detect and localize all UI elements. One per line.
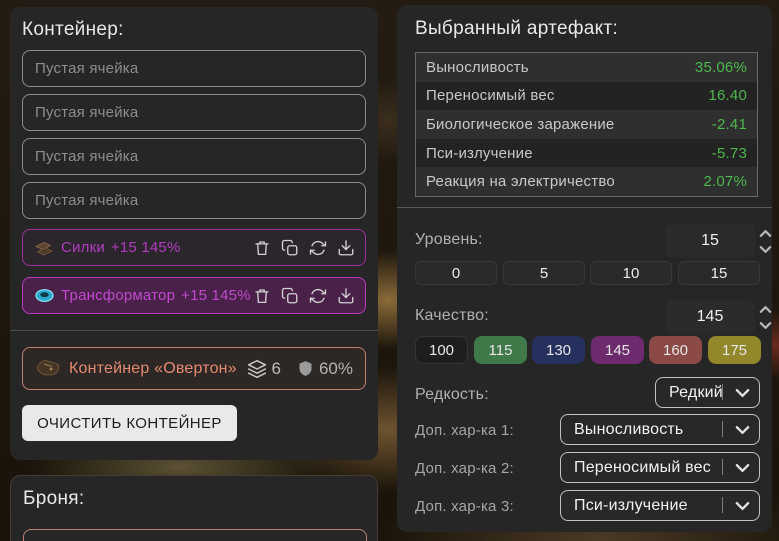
container-capacity: 6 [271,358,281,378]
artifact-slot-silki[interactable]: Силки +15 145% [22,229,366,266]
artifact-mod: +15 145% [181,287,251,304]
container-protection: 60% [318,358,353,378]
silki-artifact-icon [31,239,57,257]
stat-row: Биологическое заражение -2.41 [416,110,757,139]
level-preset-10[interactable]: 10 [590,261,672,285]
stat-value: -2.41 [711,115,747,133]
rarity-select[interactable]: Редкий [655,377,760,408]
quality-label: Качество: [415,307,489,324]
extra-stat-3-select[interactable]: Пси-излучение [560,490,760,521]
save-icon[interactable] [336,286,355,305]
quality-preset-145[interactable]: 145 [591,336,644,364]
extra-stat-3-label: Доп. хар-ка 3: [415,498,514,515]
level-decrement-icon[interactable] [758,242,772,256]
quality-preset-100[interactable]: 100 [415,336,468,364]
chevron-down-icon [734,385,750,401]
save-icon[interactable] [336,238,355,257]
stat-value: 35.06% [694,58,747,76]
artifact-name: Силки [61,239,105,256]
stat-label: Биологическое заражение [426,115,615,133]
quality-decrement-icon[interactable] [758,318,772,332]
stat-value: 2.07% [703,173,747,191]
quality-preset-160[interactable]: 160 [649,336,702,364]
transformator-artifact-icon [31,287,57,304]
chevron-down-icon [734,422,750,438]
stat-row: Выносливость 35.06% [416,53,757,82]
artifact-name: Трансформатор [61,287,176,304]
artifact-stats-table: Выносливость 35.06% Переносимый вес 16.4… [415,52,758,197]
stat-value: -5.73 [711,144,747,162]
level-preset-5[interactable]: 5 [503,261,585,285]
extra-stat-2-select[interactable]: Переносимый вес [560,452,760,483]
divider [10,330,378,331]
selected-artifact-title: Выбранный артефакт: [415,18,619,39]
container-slot-empty-3[interactable]: Пустая ячейка [22,138,366,175]
divider [397,207,772,208]
delete-icon[interactable] [252,238,271,257]
rarity-selected-value: Редкий [669,383,723,401]
level-increment-icon[interactable] [758,226,772,240]
stat-label: Пси-излучение [426,144,533,162]
level-input[interactable]: 15 [665,224,755,257]
reroll-icon[interactable] [308,286,327,305]
stat-label: Переносимый вес [426,87,555,105]
quality-input[interactable]: 145 [665,300,755,333]
layers-icon [247,359,267,379]
quality-preset-130[interactable]: 130 [532,336,585,364]
stat-value: 16.40 [708,87,747,105]
container-slot-empty-1[interactable]: Пустая ячейка [22,50,366,87]
stat-row: Пси-излучение -5.73 [416,138,757,168]
shield-icon [297,359,314,378]
artifact-slot-transformator[interactable]: Трансформатор +15 145% [22,277,366,314]
quality-increment-icon[interactable] [758,302,772,316]
container-panel: Контейнер: Пустая ячейка Пустая ячейка П… [10,7,378,460]
extra-stat-1-select[interactable]: Выносливость [560,414,760,445]
copy-icon[interactable] [280,286,299,305]
armor-item-row[interactable] [23,529,367,541]
stat-row: Переносимый вес 16.40 [416,81,757,111]
extra-stat-2-label: Доп. хар-ка 2: [415,460,514,477]
stat-label: Выносливость [426,58,529,76]
level-label: Уровень: [415,231,483,248]
divider [722,384,723,400]
quality-preset-115[interactable]: 115 [474,336,527,364]
level-preset-0[interactable]: 0 [415,261,497,285]
stat-row: Реакция на электричество 2.07% [416,167,757,196]
stat-label: Реакция на электричество [426,173,615,191]
divider [722,459,723,475]
armor-panel-title: Броня: [23,488,85,509]
divider [722,497,723,513]
reroll-icon[interactable] [308,238,327,257]
container-item-icon [33,358,63,379]
selected-artifact-panel: Выбранный артефакт: Выносливость 35.06% … [397,5,772,532]
rarity-label: Редкость: [415,386,489,403]
quality-preset-175[interactable]: 175 [708,336,761,364]
armor-panel: Броня: [10,475,378,541]
level-preset-15[interactable]: 15 [678,261,760,285]
clear-container-button[interactable]: ОЧИСТИТЬ КОНТЕЙНЕР [22,405,237,441]
chevron-down-icon [734,460,750,476]
delete-icon[interactable] [252,286,271,305]
container-item-row[interactable]: Контейнер «Овертон» 6 60% [22,347,366,390]
container-slot-empty-2[interactable]: Пустая ячейка [22,94,366,131]
extra-stat-3-value: Пси-излучение [574,496,688,514]
extra-stat-1-value: Выносливость [574,420,684,438]
chevron-down-icon [734,498,750,514]
extra-stat-2-value: Переносимый вес [574,458,711,476]
artifact-mod: +15 145% [110,239,181,256]
container-item-name: Контейнер «Овертон» [69,359,237,377]
divider [722,421,723,437]
copy-icon[interactable] [280,238,299,257]
extra-stat-1-label: Доп. хар-ка 1: [415,422,514,439]
container-panel-title: Контейнер: [22,19,124,40]
container-slot-empty-4[interactable]: Пустая ячейка [22,182,366,219]
